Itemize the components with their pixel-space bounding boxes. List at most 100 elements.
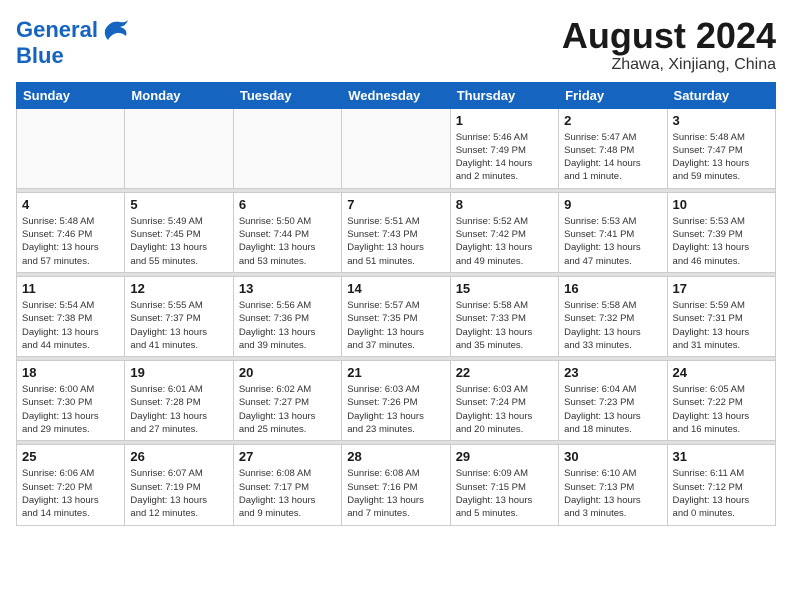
calendar-week-row: 11Sunrise: 5:54 AM Sunset: 7:38 PM Dayli… [17, 276, 776, 356]
calendar-cell: 5Sunrise: 5:49 AM Sunset: 7:45 PM Daylig… [125, 192, 233, 272]
calendar-cell: 6 Sunrise: 5:50 AM Sunset: 7:44 PM Daylig… [233, 192, 341, 272]
day-number: 19 [130, 365, 227, 380]
day-info: Sunrise: 5:52 AM Sunset: 7:42 PM Dayligh… [456, 215, 553, 268]
day-number: 29 [456, 449, 553, 464]
day-info: Sunrise: 6:11 AM Sunset: 7:12 PM Dayligh… [673, 467, 770, 520]
day-info: Sunrise: 5:53 AM Sunset: 7:39 PM Dayligh… [673, 215, 770, 268]
weekday-header-saturday: Saturday [667, 82, 775, 108]
day-info: Sunrise: 5:58 AM Sunset: 7:32 PM Dayligh… [564, 299, 661, 352]
calendar-cell: 15Sunrise: 5:58 AM Sunset: 7:33 PM Dayli… [450, 276, 558, 356]
day-info: Sunrise: 6:10 AM Sunset: 7:13 PM Dayligh… [564, 467, 661, 520]
calendar-cell: 20 Sunrise: 6:02 AM Sunset: 7:27 PM Dayli… [233, 361, 341, 441]
day-info: Sunrise: 6:00 AM Sunset: 7:30 PM Dayligh… [22, 383, 119, 436]
day-number: 27 [239, 449, 336, 464]
calendar-cell [342, 108, 450, 188]
month-title: August 2024 [562, 16, 776, 56]
day-number: 13 [239, 281, 336, 296]
calendar-cell: 24 Sunrise: 6:05 AM Sunset: 7:22 PM Dayli… [667, 361, 775, 441]
calendar-cell: 21Sunrise: 6:03 AM Sunset: 7:26 PM Dayli… [342, 361, 450, 441]
calendar-cell: 19 Sunrise: 6:01 AM Sunset: 7:28 PM Dayli… [125, 361, 233, 441]
calendar-cell [125, 108, 233, 188]
day-info: Sunrise: 5:51 AM Sunset: 7:43 PM Dayligh… [347, 215, 444, 268]
day-number: 14 [347, 281, 444, 296]
day-number: 23 [564, 365, 661, 380]
day-info: Sunrise: 5:59 AM Sunset: 7:31 PM Dayligh… [673, 299, 770, 352]
calendar-cell: 11Sunrise: 5:54 AM Sunset: 7:38 PM Dayli… [17, 276, 125, 356]
day-number: 17 [673, 281, 770, 296]
day-number: 30 [564, 449, 661, 464]
calendar-cell: 14 Sunrise: 5:57 AM Sunset: 7:35 PM Dayli… [342, 276, 450, 356]
calendar-header-row: SundayMondayTuesdayWednesdayThursdayFrid… [17, 82, 776, 108]
day-info: Sunrise: 5:47 AM Sunset: 7:48 PM Dayligh… [564, 131, 661, 184]
day-info: Sunrise: 5:55 AM Sunset: 7:37 PM Dayligh… [130, 299, 227, 352]
day-info: Sunrise: 6:05 AM Sunset: 7:22 PM Dayligh… [673, 383, 770, 436]
day-number: 2 [564, 113, 661, 128]
day-number: 4 [22, 197, 119, 212]
day-info: Sunrise: 6:01 AM Sunset: 7:28 PM Dayligh… [130, 383, 227, 436]
day-info: Sunrise: 5:46 AM Sunset: 7:49 PM Dayligh… [456, 131, 553, 184]
calendar-cell: 1 Sunrise: 5:46 AM Sunset: 7:49 PM Daylig… [450, 108, 558, 188]
day-info: Sunrise: 6:06 AM Sunset: 7:20 PM Dayligh… [22, 467, 119, 520]
page-header: General Blue August 2024 Zhawa, Xinjiang… [16, 16, 776, 74]
day-number: 28 [347, 449, 444, 464]
calendar-week-row: 25 Sunrise: 6:06 AM Sunset: 7:20 PM Dayli… [17, 445, 776, 525]
calendar-cell: 3 Sunrise: 5:48 AM Sunset: 7:47 PM Daylig… [667, 108, 775, 188]
logo: General Blue [16, 16, 130, 68]
calendar-table: SundayMondayTuesdayWednesdayThursdayFrid… [16, 82, 776, 526]
day-info: Sunrise: 6:08 AM Sunset: 7:16 PM Dayligh… [347, 467, 444, 520]
weekday-header-monday: Monday [125, 82, 233, 108]
calendar-cell: 2 Sunrise: 5:47 AM Sunset: 7:48 PM Daylig… [559, 108, 667, 188]
calendar-cell: 16 Sunrise: 5:58 AM Sunset: 7:32 PM Dayli… [559, 276, 667, 356]
day-number: 5 [130, 197, 227, 212]
logo-text: General [16, 18, 98, 42]
calendar-week-row: 4 Sunrise: 5:48 AM Sunset: 7:46 PM Daylig… [17, 192, 776, 272]
location: Zhawa, Xinjiang, China [562, 56, 776, 74]
day-info: Sunrise: 5:57 AM Sunset: 7:35 PM Dayligh… [347, 299, 444, 352]
day-number: 9 [564, 197, 661, 212]
day-number: 16 [564, 281, 661, 296]
calendar-cell: 23 Sunrise: 6:04 AM Sunset: 7:23 PM Dayli… [559, 361, 667, 441]
day-number: 15 [456, 281, 553, 296]
weekday-header-tuesday: Tuesday [233, 82, 341, 108]
weekday-header-wednesday: Wednesday [342, 82, 450, 108]
day-info: Sunrise: 6:03 AM Sunset: 7:24 PM Dayligh… [456, 383, 553, 436]
title-block: August 2024 Zhawa, Xinjiang, China [562, 16, 776, 74]
day-number: 1 [456, 113, 553, 128]
calendar-cell: 13 Sunrise: 5:56 AM Sunset: 7:36 PM Dayli… [233, 276, 341, 356]
calendar-week-row: 18Sunrise: 6:00 AM Sunset: 7:30 PM Dayli… [17, 361, 776, 441]
day-info: Sunrise: 6:07 AM Sunset: 7:19 PM Dayligh… [130, 467, 227, 520]
calendar-cell: 29 Sunrise: 6:09 AM Sunset: 7:15 PM Dayli… [450, 445, 558, 525]
day-info: Sunrise: 5:48 AM Sunset: 7:46 PM Dayligh… [22, 215, 119, 268]
day-number: 26 [130, 449, 227, 464]
weekday-header-friday: Friday [559, 82, 667, 108]
day-info: Sunrise: 6:02 AM Sunset: 7:27 PM Dayligh… [239, 383, 336, 436]
calendar-week-row: 1 Sunrise: 5:46 AM Sunset: 7:49 PM Daylig… [17, 108, 776, 188]
calendar-cell: 27 Sunrise: 6:08 AM Sunset: 7:17 PM Dayli… [233, 445, 341, 525]
calendar-cell: 30 Sunrise: 6:10 AM Sunset: 7:13 PM Dayli… [559, 445, 667, 525]
calendar-cell: 18Sunrise: 6:00 AM Sunset: 7:30 PM Dayli… [17, 361, 125, 441]
calendar-cell: 8Sunrise: 5:52 AM Sunset: 7:42 PM Daylig… [450, 192, 558, 272]
calendar-cell: 7Sunrise: 5:51 AM Sunset: 7:43 PM Daylig… [342, 192, 450, 272]
day-number: 6 [239, 197, 336, 212]
calendar-cell [233, 108, 341, 188]
day-info: Sunrise: 6:08 AM Sunset: 7:17 PM Dayligh… [239, 467, 336, 520]
day-info: Sunrise: 5:56 AM Sunset: 7:36 PM Dayligh… [239, 299, 336, 352]
day-info: Sunrise: 5:50 AM Sunset: 7:44 PM Dayligh… [239, 215, 336, 268]
calendar-cell: 4 Sunrise: 5:48 AM Sunset: 7:46 PM Daylig… [17, 192, 125, 272]
calendar-cell: 12 Sunrise: 5:55 AM Sunset: 7:37 PM Dayli… [125, 276, 233, 356]
day-number: 20 [239, 365, 336, 380]
day-number: 25 [22, 449, 119, 464]
day-number: 12 [130, 281, 227, 296]
day-number: 3 [673, 113, 770, 128]
calendar-cell: 17 Sunrise: 5:59 AM Sunset: 7:31 PM Dayli… [667, 276, 775, 356]
logo-text-blue: Blue [16, 44, 130, 68]
calendar-cell: 31Sunrise: 6:11 AM Sunset: 7:12 PM Dayli… [667, 445, 775, 525]
day-info: Sunrise: 6:09 AM Sunset: 7:15 PM Dayligh… [456, 467, 553, 520]
day-info: Sunrise: 5:48 AM Sunset: 7:47 PM Dayligh… [673, 131, 770, 184]
day-info: Sunrise: 5:53 AM Sunset: 7:41 PM Dayligh… [564, 215, 661, 268]
day-number: 11 [22, 281, 119, 296]
calendar-cell [17, 108, 125, 188]
calendar-cell: 22Sunrise: 6:03 AM Sunset: 7:24 PM Dayli… [450, 361, 558, 441]
day-number: 24 [673, 365, 770, 380]
day-info: Sunrise: 6:04 AM Sunset: 7:23 PM Dayligh… [564, 383, 661, 436]
